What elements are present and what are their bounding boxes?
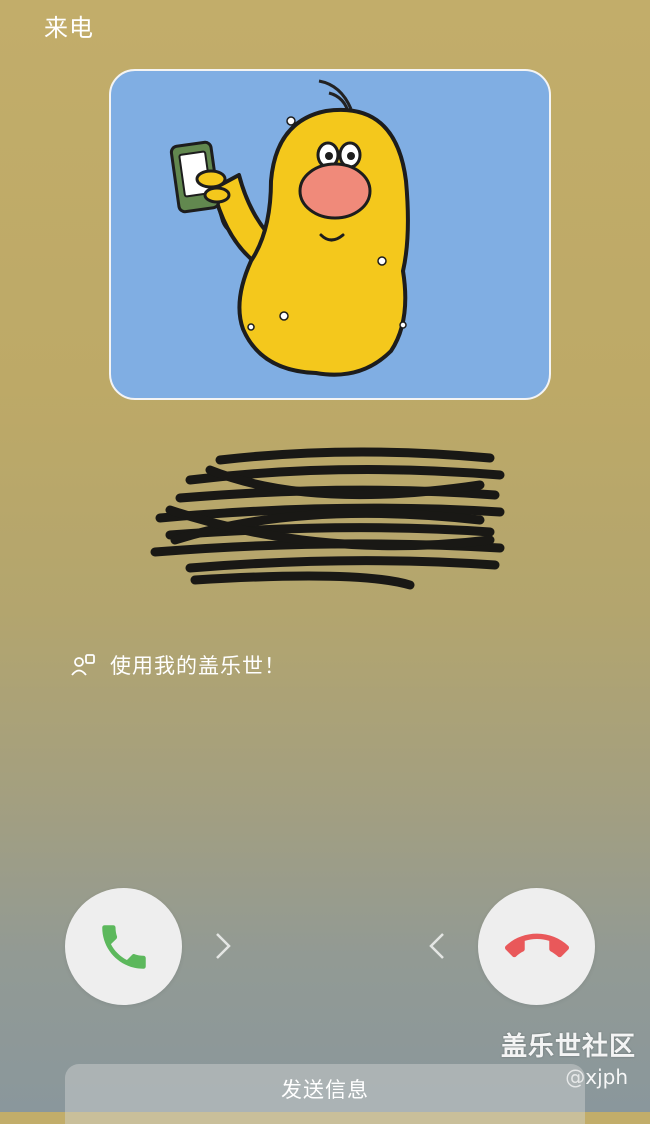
decline-call-button[interactable]	[478, 888, 595, 1005]
send-message-button[interactable]: 发送信息	[65, 1064, 585, 1124]
phone-answer-icon	[101, 924, 146, 969]
phone-hangup-icon	[504, 933, 569, 957]
screen-title: 来电	[44, 14, 94, 42]
redacted-caller-info	[150, 447, 505, 590]
chevron-right-icon	[216, 933, 231, 959]
chevron-left-icon	[429, 933, 444, 959]
answer-call-button[interactable]	[65, 888, 182, 1005]
caller-status-row: 使用我的盖乐世！	[70, 650, 286, 680]
send-message-label: 发送信息	[281, 1078, 369, 1102]
watermark-title: 盖乐世社区	[500, 1032, 636, 1062]
caller-photo-card	[109, 69, 551, 400]
person-device-icon	[71, 654, 95, 676]
caller-avatar-illustration	[169, 79, 410, 377]
caller-status-text: 使用我的盖乐世！	[110, 654, 286, 678]
